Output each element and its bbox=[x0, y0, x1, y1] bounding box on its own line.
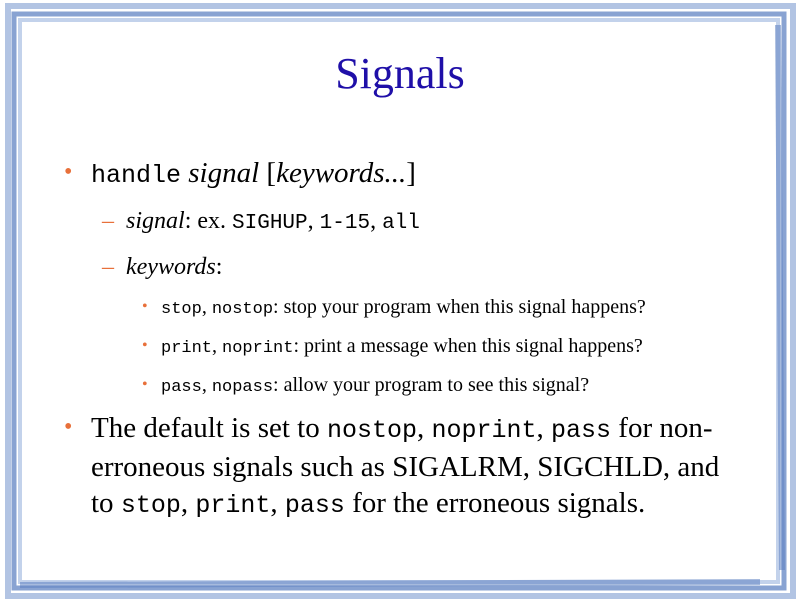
bullet-dot: • bbox=[64, 159, 73, 185]
dash-bullet: – bbox=[102, 208, 114, 234]
dash-bullet: – bbox=[102, 254, 114, 280]
bullet-dot: • bbox=[142, 337, 148, 354]
bullet-dot: • bbox=[142, 376, 148, 393]
slide-content: • handle signal [keywords...] – signal: ex… bbox=[62, 155, 762, 524]
bullet-item-handle: • handle signal [keywords...] bbox=[62, 155, 762, 194]
keyword-item-pass: • pass, nopass: allow your program to see… bbox=[142, 374, 590, 397]
sub-item-keywords: – keywords: bbox=[102, 254, 223, 280]
bullet-item-defaults: • The default is set to nostop, noprint, … bbox=[62, 410, 731, 524]
sub-item-signal: – signal: ex. SIGHUP, 1-15, all bbox=[102, 208, 420, 235]
bullet-dot: • bbox=[64, 414, 73, 440]
keyword-item-stop: • stop, nostop: stop your program when th… bbox=[142, 296, 646, 319]
keyword-item-print: • print, noprint: print a message when th… bbox=[142, 335, 643, 358]
bullet-dot: • bbox=[142, 298, 148, 315]
slide-title: Signals bbox=[335, 49, 465, 98]
